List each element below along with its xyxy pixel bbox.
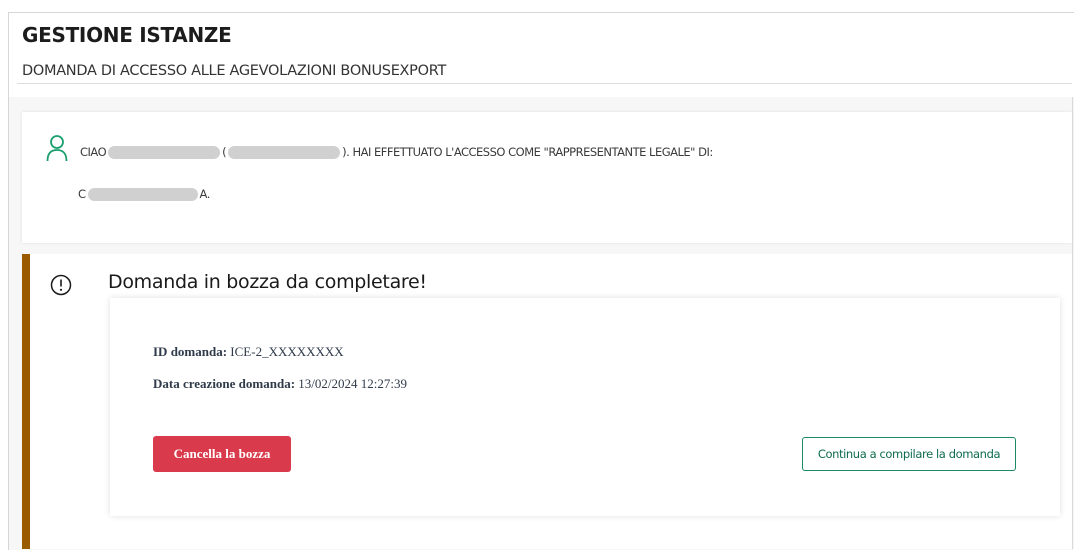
draft-card: ID domanda: ICE-2_XXXXXXXX Data creazion… <box>110 298 1060 516</box>
welcome-message: CIAO (). HAI EFFETTUATO L'ACCESSO COME "R… <box>80 145 713 159</box>
application-id-row: ID domanda: ICE-2_XXXXXXXX <box>153 344 344 360</box>
header-divider <box>17 83 1072 84</box>
right-border <box>1072 97 1073 549</box>
delete-draft-button[interactable]: Cancella la bozza <box>153 436 291 472</box>
redacted-name <box>108 146 221 159</box>
redacted-company <box>87 188 198 201</box>
paren-open: ( <box>222 145 227 159</box>
user-outline-icon <box>46 135 68 162</box>
creation-date-value: 13/02/2024 12:27:39 <box>298 376 407 391</box>
company-name-end: A. <box>199 187 211 201</box>
application-id-label: ID domanda: <box>153 344 228 359</box>
redacted-fiscal-code <box>228 146 341 159</box>
company-line: C A. <box>78 187 210 201</box>
alert-title: Domanda in bozza da completare! <box>108 271 427 293</box>
creation-date-label: Data creazione domanda: <box>153 376 296 391</box>
continue-application-button[interactable]: Continua a compilare la domanda <box>802 437 1016 471</box>
draft-alert: Domanda in bozza da completare! ID doman… <box>22 254 1072 549</box>
exclamation-circle-icon <box>50 274 72 296</box>
page-title: GESTIONE ISTANZE <box>22 23 232 47</box>
application-id-value: ICE-2_XXXXXXXX <box>230 344 344 359</box>
creation-date-row: Data creazione domanda: 13/02/2024 12:27… <box>153 376 407 392</box>
access-role-text: HAI EFFETTUATO L'ACCESSO COME "RAPPRESEN… <box>352 145 713 159</box>
paren-close: ). <box>342 145 350 159</box>
page-header: GESTIONE ISTANZE DOMANDA DI ACCESSO ALLE… <box>9 13 1074 97</box>
company-name-start: C <box>78 187 86 201</box>
greeting-text: CIAO <box>80 145 107 159</box>
page-subtitle: DOMANDA DI ACCESSO ALLE AGEVOLAZIONI BON… <box>22 63 447 79</box>
welcome-panel: CIAO (). HAI EFFETTUATO L'ACCESSO COME "R… <box>22 112 1072 243</box>
